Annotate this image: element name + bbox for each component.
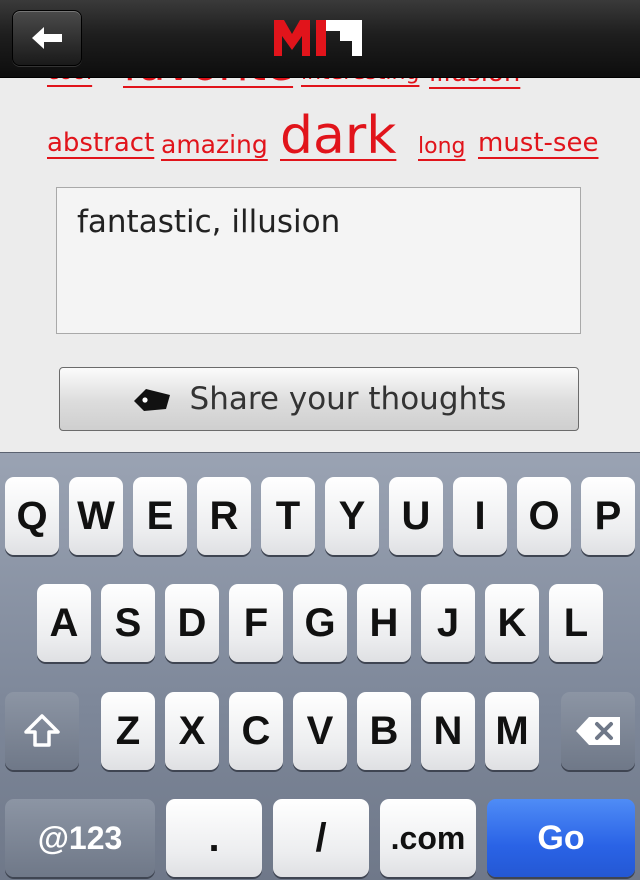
- on-screen-keyboard: Q W E R T Y U I O P A S D F G H J K L Z …: [0, 452, 640, 880]
- share-thoughts-label: Share your thoughts: [189, 381, 507, 417]
- key-k[interactable]: K: [485, 584, 539, 662]
- app-header: [0, 0, 640, 78]
- key-x[interactable]: X: [165, 692, 219, 770]
- shift-key[interactable]: [5, 692, 79, 770]
- key-a[interactable]: A: [37, 584, 91, 662]
- key-v[interactable]: V: [293, 692, 347, 770]
- key-z[interactable]: Z: [101, 692, 155, 770]
- key-u[interactable]: U: [389, 477, 443, 555]
- tag-favorite[interactable]: favorite: [123, 78, 293, 91]
- delete-key[interactable]: [561, 692, 635, 770]
- key-e[interactable]: E: [133, 477, 187, 555]
- key-c[interactable]: C: [229, 692, 283, 770]
- comment-input-value: fantastic, illusion: [77, 204, 341, 240]
- back-arrow-icon: [32, 27, 62, 49]
- key-f[interactable]: F: [229, 584, 283, 662]
- key-m[interactable]: M: [485, 692, 539, 770]
- backspace-icon: [576, 717, 620, 745]
- slash-key[interactable]: /: [273, 799, 369, 877]
- key-w[interactable]: W: [69, 477, 123, 555]
- tag-cool[interactable]: cool: [47, 78, 92, 85]
- key-y[interactable]: Y: [325, 477, 379, 555]
- period-key[interactable]: .: [166, 799, 262, 877]
- comment-input[interactable]: fantastic, illusion: [56, 187, 581, 334]
- back-button[interactable]: [12, 10, 82, 66]
- tag-abstract[interactable]: abstract: [47, 128, 154, 158]
- tag-interesting[interactable]: interesting: [301, 78, 419, 85]
- numbers-key[interactable]: @123: [5, 799, 155, 877]
- key-i[interactable]: I: [453, 477, 507, 555]
- key-l[interactable]: L: [549, 584, 603, 662]
- key-b[interactable]: B: [357, 692, 411, 770]
- tag-dark[interactable]: dark: [280, 106, 396, 166]
- key-t[interactable]: T: [261, 477, 315, 555]
- shift-icon: [24, 714, 60, 747]
- share-thoughts-button[interactable]: Share your thoughts: [59, 367, 579, 431]
- dot-com-key[interactable]: .com: [380, 799, 476, 877]
- tag-amazing[interactable]: amazing: [161, 130, 268, 159]
- tag-must-see[interactable]: must-see: [478, 128, 598, 158]
- mf-logo-icon: [274, 20, 362, 56]
- content-area: cool favorite interesting illusion abstr…: [0, 78, 640, 452]
- key-r[interactable]: R: [197, 477, 251, 555]
- key-n[interactable]: N: [421, 692, 475, 770]
- key-j[interactable]: J: [421, 584, 475, 662]
- key-h[interactable]: H: [357, 584, 411, 662]
- tag-illusion[interactable]: illusion: [429, 78, 520, 88]
- tag-long[interactable]: long: [418, 134, 465, 159]
- key-d[interactable]: D: [165, 584, 219, 662]
- key-g[interactable]: G: [293, 584, 347, 662]
- tag-icon: [133, 389, 170, 411]
- key-o[interactable]: O: [517, 477, 571, 555]
- go-key[interactable]: Go: [487, 799, 635, 877]
- key-p[interactable]: P: [581, 477, 635, 555]
- key-q[interactable]: Q: [5, 477, 59, 555]
- key-s[interactable]: S: [101, 584, 155, 662]
